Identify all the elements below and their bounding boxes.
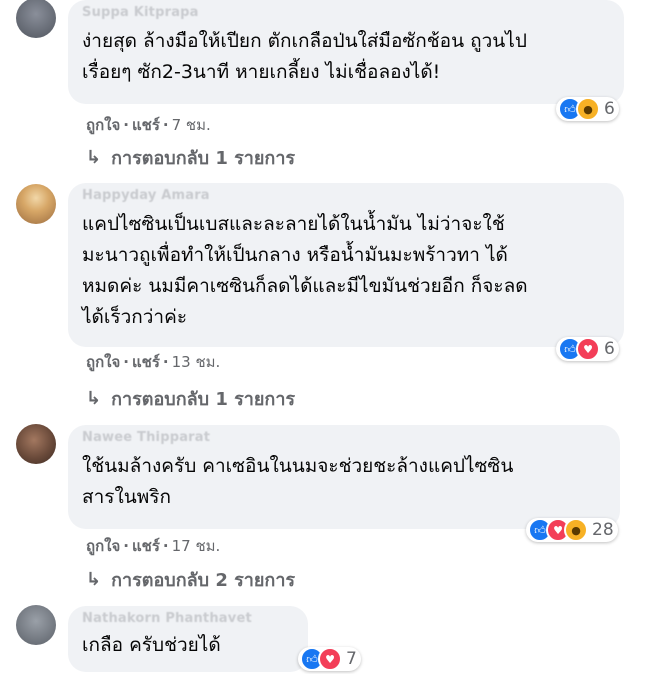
separator: · bbox=[123, 116, 129, 134]
comment-line: ง่ายสุด ล้างมือให้เปียก ตักเกลือป่นใส่มื… bbox=[82, 30, 527, 52]
comment-line: ได้เร็วกว่าค่ะ bbox=[82, 306, 188, 328]
timestamp[interactable]: 13 ชม. bbox=[172, 353, 221, 371]
reply-arrow-icon: ↳ bbox=[86, 388, 102, 409]
share-action[interactable]: แชร์ bbox=[132, 537, 160, 555]
reaction-count: 6 bbox=[604, 99, 615, 119]
reply-arrow-icon: ↳ bbox=[86, 147, 102, 168]
comment-line: แคปไซซินเป็นเบสและละลายได้ในน้ำมัน ไม่ว่… bbox=[82, 213, 505, 235]
avatar[interactable] bbox=[16, 184, 56, 224]
timestamp[interactable]: 7 ชม. bbox=[172, 116, 211, 134]
share-action[interactable]: แชร์ bbox=[132, 353, 160, 371]
separator: · bbox=[162, 353, 169, 371]
comment-line: เรื่อยๆ ซัก2-3นาที หายเกลี้ยง ไม่เชื่อลอ… bbox=[82, 61, 441, 83]
replies-label: การตอบกลับ 1 รายการ bbox=[111, 389, 296, 410]
reaction-count: 28 bbox=[592, 520, 614, 540]
like-action[interactable]: ถูกใจ bbox=[86, 116, 120, 134]
comment-author[interactable]: Happyday Amara bbox=[82, 189, 610, 203]
separator: · bbox=[123, 353, 129, 371]
comment-bubble: Nathakorn Phanthavet เกลือ ครับช่วยได้ bbox=[68, 606, 308, 672]
reaction-summary[interactable]: 👍︎ ♥ 6 bbox=[556, 337, 619, 361]
comment-text: ใช้นมล้างครับ คาเซอินในนมจะช่วยชะล้างแคป… bbox=[82, 451, 606, 513]
wow-reaction-icon: ● bbox=[564, 518, 588, 542]
comment-actions: ถูกใจ · แชร์ · 7 ชม. bbox=[86, 113, 211, 137]
comment-line: มะนาวถูเพื่อทำให้เป็นกลาง หรือน้ำมันมะพร… bbox=[82, 244, 508, 266]
love-reaction-icon: ♥ bbox=[318, 647, 342, 671]
avatar[interactable] bbox=[16, 424, 56, 464]
comment-line: สารในพริก bbox=[82, 486, 171, 508]
comment-bubble: Suppa Kitprapa ง่ายสุด ล้างมือให้เปียก ต… bbox=[68, 0, 624, 104]
comment-author[interactable]: Suppa Kitprapa bbox=[82, 6, 610, 20]
comment-bubble: Nawee Thipparat ใช้นมล้างครับ คาเซอินในน… bbox=[68, 425, 620, 529]
comment-text: แคปไซซินเป็นเบสและละลายได้ในน้ำมัน ไม่ว่… bbox=[82, 209, 610, 333]
comment-actions: ถูกใจ · แชร์ · 17 ชม. bbox=[86, 534, 220, 558]
like-action[interactable]: ถูกใจ bbox=[86, 537, 120, 555]
comment-line: หมดค่ะ นมมีคาเซซินก็ลดได้และมีไขมันช่วยอ… bbox=[82, 275, 528, 297]
separator: · bbox=[162, 116, 169, 134]
replies-label: การตอบกลับ 2 รายการ bbox=[111, 570, 296, 591]
like-action[interactable]: ถูกใจ bbox=[86, 353, 120, 371]
comment-line: เกลือ ครับช่วยได้ bbox=[82, 634, 221, 656]
separator: · bbox=[123, 537, 129, 555]
view-replies-link[interactable]: ↳ การตอบกลับ 1 รายการ bbox=[86, 384, 295, 413]
timestamp[interactable]: 17 ชม. bbox=[172, 537, 221, 555]
share-action[interactable]: แชร์ bbox=[132, 116, 160, 134]
wow-reaction-icon: ● bbox=[576, 97, 600, 121]
reaction-summary[interactable]: 👍︎ ♥ ● 28 bbox=[526, 518, 618, 542]
comment-author[interactable]: Nathakorn Phanthavet bbox=[82, 612, 294, 626]
avatar[interactable] bbox=[16, 605, 56, 645]
comment-text: ง่ายสุด ล้างมือให้เปียก ตักเกลือป่นใส่มื… bbox=[82, 26, 610, 88]
reaction-count: 7 bbox=[346, 649, 357, 669]
love-reaction-icon: ♥ bbox=[576, 337, 600, 361]
comment-text: เกลือ ครับช่วยได้ bbox=[82, 630, 294, 661]
reaction-summary[interactable]: 👍︎ ♥ 7 bbox=[298, 647, 361, 671]
comment-author[interactable]: Nawee Thipparat bbox=[82, 431, 606, 445]
replies-label: การตอบกลับ 1 รายการ bbox=[111, 148, 296, 169]
reaction-count: 6 bbox=[604, 339, 615, 359]
reply-arrow-icon: ↳ bbox=[86, 569, 102, 590]
reaction-summary[interactable]: 👍︎ ● 6 bbox=[556, 97, 619, 121]
view-replies-link[interactable]: ↳ การตอบกลับ 2 รายการ bbox=[86, 565, 295, 594]
avatar[interactable] bbox=[16, 0, 56, 38]
comment-actions: ถูกใจ · แชร์ · 13 ชม. bbox=[86, 350, 220, 374]
separator: · bbox=[162, 537, 169, 555]
view-replies-link[interactable]: ↳ การตอบกลับ 1 รายการ bbox=[86, 143, 295, 172]
comment-bubble: Happyday Amara แคปไซซินเป็นเบสและละลายได… bbox=[68, 183, 624, 347]
comment-line: ใช้นมล้างครับ คาเซอินในนมจะช่วยชะล้างแคป… bbox=[82, 455, 514, 477]
